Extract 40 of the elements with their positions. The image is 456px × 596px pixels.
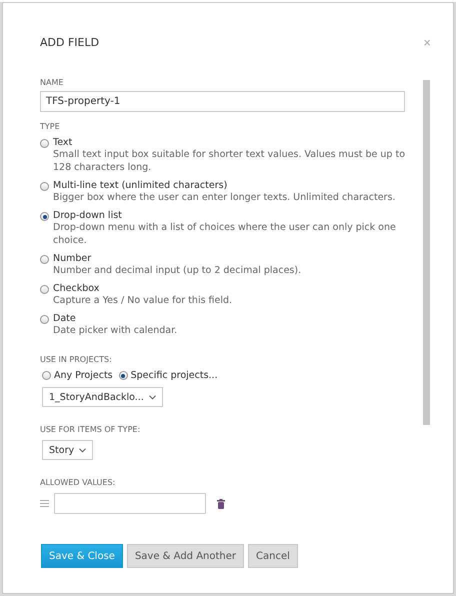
- save-close-button[interactable]: Save & Close: [41, 544, 123, 568]
- radio-button[interactable]: [118, 371, 128, 380]
- option-label: Date: [53, 313, 77, 324]
- radio-button[interactable]: [40, 285, 49, 294]
- drag-handle-icon[interactable]: [40, 500, 49, 507]
- project-dropdown[interactable]: 1_StoryAndBacklo...: [42, 387, 163, 407]
- radio-button[interactable]: [40, 255, 49, 264]
- field-label: ALLOWED VALUES:: [40, 478, 116, 487]
- option-label: Drop-down list: [53, 210, 123, 221]
- value-field[interactable]: [54, 493, 206, 514]
- option-label: Multi-line text (unlimited characters): [53, 180, 228, 191]
- radio-button[interactable]: [42, 371, 51, 380]
- field-label: USE FOR ITEMS OF TYPE:: [40, 425, 142, 434]
- scrollbar[interactable]: [423, 80, 430, 425]
- option-label: Checkbox: [53, 283, 100, 294]
- radio-button[interactable]: [40, 212, 49, 221]
- option-label: Text: [53, 137, 74, 148]
- radio-button[interactable]: [40, 182, 49, 191]
- dialog-title: ADD FIELD: [40, 36, 100, 48]
- caret-icon: [148, 394, 156, 400]
- option-label: Specific projects...: [130, 370, 218, 381]
- trash-icon[interactable]: [217, 498, 225, 508]
- option-description: Capture a Yes / No value for this field.: [53, 294, 234, 307]
- option-description: Drop-down menu with a list of choices where the user can only pick one choice.: [53, 221, 397, 247]
- name-field[interactable]: TFS-property-1: [40, 91, 405, 112]
- option-label: Number: [53, 253, 92, 264]
- field-label: USE IN PROJECTS:: [40, 355, 113, 364]
- radio-button[interactable]: [40, 315, 49, 324]
- item-type-dropdown[interactable]: Story: [42, 440, 94, 460]
- option-description: Bigger box where the user can enter longer texts. Unlimited characters.: [53, 191, 396, 204]
- field-label: NAME: [40, 78, 64, 87]
- action-button[interactable]: Save & Add Another: [126, 544, 244, 568]
- caret-icon: [79, 448, 86, 452]
- option-label: Any Projects: [54, 370, 113, 381]
- option-description: Date picker with calendar.: [53, 324, 178, 337]
- option-description: Small text input box suitable for shorter text values. Values must be up to 128 characters long.: [53, 148, 405, 174]
- radio-button[interactable]: [40, 139, 49, 148]
- field-label: TYPE: [40, 122, 61, 131]
- action-button[interactable]: Cancel: [248, 544, 298, 568]
- option-description: Number and decimal input (up to 2 decimal places).: [53, 264, 302, 277]
